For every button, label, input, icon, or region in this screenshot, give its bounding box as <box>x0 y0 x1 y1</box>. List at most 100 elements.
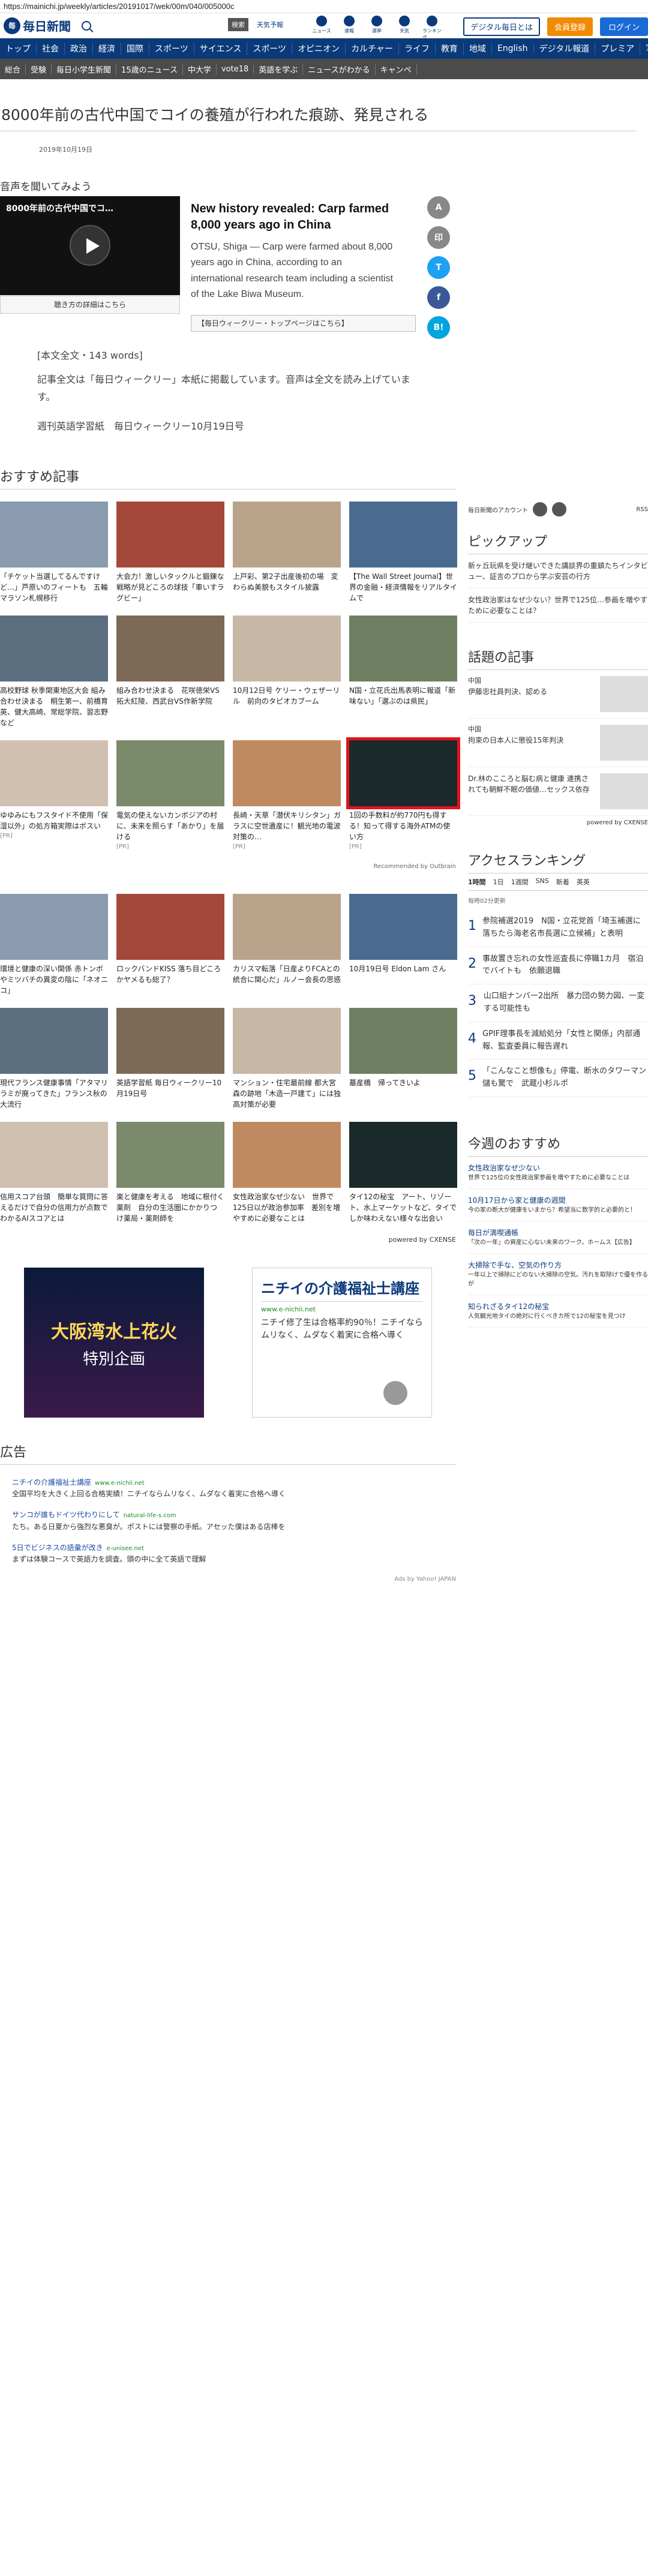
tab-new[interactable]: 新着 <box>556 877 569 887</box>
topic-item[interactable]: 中国 伊藤忠社員判決、認める <box>468 670 648 719</box>
recommend-card[interactable]: 長崎・天草「潜伏キリシタン」ガラスに空世遺産に！観光地の電波対策の… [PR] <box>233 740 341 851</box>
nav-icon-breaking[interactable]: 速報 <box>340 16 359 41</box>
card-thumbnail[interactable] <box>233 894 341 960</box>
recommend-card[interactable]: 大会力！激しいタックルと鍛錬な戦略が見どころの球技「車いすラグビー」 <box>116 502 224 604</box>
subnav-item[interactable]: 受験 <box>26 63 52 75</box>
twitter-icon[interactable] <box>552 502 566 517</box>
facebook-icon[interactable]: f <box>427 286 450 309</box>
nav-item[interactable]: デジタル報道 <box>534 43 596 55</box>
pickup-item[interactable]: 女性政治家はなぜ少ない？世界で125位…参画を増やすために必要なことは？ <box>468 589 648 623</box>
play-icon[interactable] <box>70 225 110 266</box>
nav-item[interactable]: 社会 <box>37 43 65 55</box>
nav-item[interactable]: スポーツ <box>149 43 194 55</box>
card-thumbnail[interactable] <box>0 894 108 960</box>
subnav-item[interactable]: ニュースがわかる <box>303 63 376 75</box>
rss-link[interactable]: RSS <box>636 506 648 513</box>
card-thumbnail[interactable] <box>349 502 457 568</box>
card-thumbnail[interactable] <box>233 1008 341 1074</box>
card-thumbnail[interactable] <box>116 894 224 960</box>
recommend-card[interactable]: 電気の使えないカンボジアの村に、未来を照らす「あかり」を届ける [PR] <box>116 740 224 851</box>
ranking-item[interactable]: 5 「こんなこと想像も」停電、断水のタワーマン儲も驚で 武蔵小杉ルポ <box>468 1059 648 1097</box>
card-thumbnail[interactable] <box>233 740 341 806</box>
nav-icon-news[interactable]: ニュース <box>312 16 331 41</box>
nav-item[interactable]: 政治 <box>65 43 93 55</box>
nav-item[interactable]: 教育 <box>436 43 464 55</box>
pickup-item[interactable]: 新ヶ丘玩県を受け継いできた講談界の重鎮たちインタビュー、証言のプロから学ぶ安芸の… <box>468 554 648 589</box>
nav-item[interactable]: 経済 <box>93 43 121 55</box>
card-thumbnail[interactable] <box>349 894 457 960</box>
nav-item[interactable]: English <box>492 44 534 53</box>
nav-icon-ranking[interactable]: ランキング <box>422 16 442 41</box>
recommend-card[interactable]: 組み合わせ決まる 花咲徳栄VS拓大紅陵、西武台VS作新学院 <box>116 616 224 728</box>
ad-item[interactable]: ニチイの介護福祉士講座 www.e-nichii.net 全国平均を大きく上回る合格… <box>12 1477 456 1500</box>
topic-item[interactable]: 中国 拘束の日本人に懲役15年判決 <box>468 719 648 767</box>
outbrain-credit[interactable]: Recommended by Outbrain <box>0 863 456 870</box>
nav-item[interactable]: スポーツ <box>247 43 293 55</box>
card-thumbnail[interactable] <box>0 740 108 806</box>
tab-1w[interactable]: 1週間 <box>511 877 529 887</box>
card-thumbnail[interactable] <box>0 1122 108 1188</box>
subnav-item[interactable]: 毎日小学生新聞 <box>52 63 117 75</box>
arrow-right-icon[interactable] <box>383 1381 407 1405</box>
recommend-card[interactable]: 高校野球 秋季関東地区大会 組み合わせ決まる 桐生第一、前橋育英、健大高崎、常総… <box>0 616 108 728</box>
audio-video-player[interactable]: 8000年前の古代中国でコ… <box>0 196 180 295</box>
subnav-item[interactable]: キャンペ <box>376 63 417 75</box>
subnav-item[interactable]: 中大学 <box>183 63 217 75</box>
recommend-card[interactable]: 墓産橋 帰ってきいよ <box>349 1008 457 1110</box>
topic-item[interactable]: Dr.林のこころと脳む病と健康 連携されても朝鮮不眠の価値…セックス依存 <box>468 767 648 816</box>
weekly-item[interactable]: 女性政治家なぜ少ない 世界で125位の女性政治家参画を増やすために必要なことは <box>468 1157 648 1189</box>
card-thumbnail[interactable] <box>0 1008 108 1074</box>
recommend-card[interactable]: 10月12日号 ケリー・ウェザーリル 前向のタピオカブーム <box>233 616 341 728</box>
recommend-card[interactable]: 現代フランス健康事情「アタマリラミが廃ってきた」フランス秋の大流行 <box>0 1008 108 1110</box>
login-button[interactable]: ログイン <box>599 17 648 36</box>
card-thumbnail[interactable] <box>233 502 341 568</box>
nav-item[interactable]: トップ <box>0 43 37 55</box>
banner-ad-fireworks[interactable]: 大阪湾水上花火 特別企画 <box>24 1268 204 1418</box>
card-thumbnail[interactable] <box>116 502 224 568</box>
ad-item[interactable]: サンコが誰もドイツ代わりにして natural-life-s.com たち。ある日夏… <box>12 1509 456 1532</box>
ad-item[interactable]: 5日でビジネスの語彙が改き e-unisee.net まずは体験コースで英語力を調査… <box>12 1542 456 1565</box>
card-thumbnail[interactable] <box>116 616 224 681</box>
recommend-card[interactable]: ゆゆみにもフスタイド不使用「保湿以外」の処方箱実際はボスい [PR] <box>0 740 108 851</box>
weekly-item[interactable]: 知られざるタイ12の秘宝 人気観光地タイの絶対に行くべきカ所で12の秘宝を見つけ <box>468 1295 648 1328</box>
subnav-item[interactable]: vote18 <box>217 64 254 74</box>
weekly-item[interactable]: 10月17日から家と健康の週間 今の家の断大が健康をいまから？希望当に数字的と必要… <box>468 1189 648 1221</box>
recommend-card[interactable]: マンション・住宅最前線 都大宮森の跡地「木造一戸建て」には独高対策が必要 <box>233 1008 341 1110</box>
site-logo[interactable]: 毎 毎日新聞 <box>4 17 71 34</box>
nav-item[interactable]: カルチャー <box>346 43 399 55</box>
card-thumbnail[interactable] <box>233 1122 341 1188</box>
twitter-icon[interactable]: T <box>427 256 450 279</box>
weekly-item[interactable]: 大掃除で手な、空気の作り方 一年以上で掃除にどのない大掃除の空気。汚れを取除けで優… <box>468 1254 648 1295</box>
search-icon[interactable] <box>82 20 91 31</box>
card-thumbnail[interactable] <box>349 1008 457 1074</box>
nav-item[interactable]: サイエンス <box>194 43 248 55</box>
subnav-item[interactable]: 英語を学ぶ <box>254 63 304 75</box>
ranking-item[interactable]: 1 参院補選2019 N国・立花党首「埼玉補選に落ちたら海老名市長選に立候補」と表… <box>468 909 648 947</box>
cxense-credit[interactable]: powered by CXENSE <box>0 1236 456 1244</box>
card-thumbnail[interactable] <box>349 616 457 681</box>
nav-item[interactable]: 地域 <box>464 43 492 55</box>
banner-ad-nichii[interactable]: ニチイの介護福祉士講座 www.e-nichii.net ニチイ修了生は合格率約… <box>252 1268 432 1418</box>
recommend-card[interactable]: 【The Wall Street Journal】世界の金融・経済情報をリアルタ… <box>349 502 457 604</box>
ranking-item[interactable]: 4 GPIF理事長を減給処分「女性と関係」内部通報、監査委員に報告遅れ <box>468 1022 648 1060</box>
facebook-icon[interactable] <box>533 502 547 517</box>
subnav-item[interactable]: 総合 <box>0 63 26 75</box>
recommend-card[interactable]: 環境と健康の深い関係 赤トンボやミツバチの異変の陰に「ネオニコ」 <box>0 894 108 996</box>
ranking-item[interactable]: 3 山口組ナンバー2出所 暴力団の勢力図、一変する可能性も <box>468 984 648 1022</box>
weekly-top-link[interactable]: 【毎日ウィークリー・トップページはこちら】 <box>191 315 416 332</box>
digital-mainichi-button[interactable]: デジタル毎日とは <box>463 17 540 36</box>
recommend-card[interactable]: 女性政治家なぜ少ない 世界で125日以が政治参加率 差別を増やすめに必要なことは <box>233 1122 341 1224</box>
recommend-card[interactable]: 10月19日号 Eldon Lam さん <box>349 894 457 996</box>
nav-item[interactable]: プレミア <box>595 43 641 55</box>
recommend-card[interactable]: 英語学習紙 毎日ウィークリー10月19日号 <box>116 1008 224 1110</box>
nav-icon-election[interactable]: 選挙 <box>367 16 386 41</box>
nav-item[interactable]: オピニオン <box>292 43 346 55</box>
header-link-weather[interactable]: 天気予報 <box>257 20 283 29</box>
recommend-card[interactable]: ロックバンドKISS 落ち目どころかヤメるも総了？ <box>116 894 224 996</box>
nav-item[interactable]: 写真 <box>640 43 648 55</box>
weekly-item[interactable]: 毎日が満喫通帳 「次の一年」の資産に心ない未来のワーク。ホームス【広告】 <box>468 1221 648 1254</box>
font-size-icon[interactable]: A <box>427 196 450 219</box>
tab-1d[interactable]: 1日 <box>493 877 504 887</box>
recommend-card[interactable]: 上戸彩、第2子出産後初の場 変わらぬ美貌もスタイル披露 <box>233 502 341 604</box>
recommend-card[interactable]: 信用スコア台頭 簡単な質問に答えるだけで自分の信用力が点数でわかるAIスコアとは <box>0 1122 108 1224</box>
